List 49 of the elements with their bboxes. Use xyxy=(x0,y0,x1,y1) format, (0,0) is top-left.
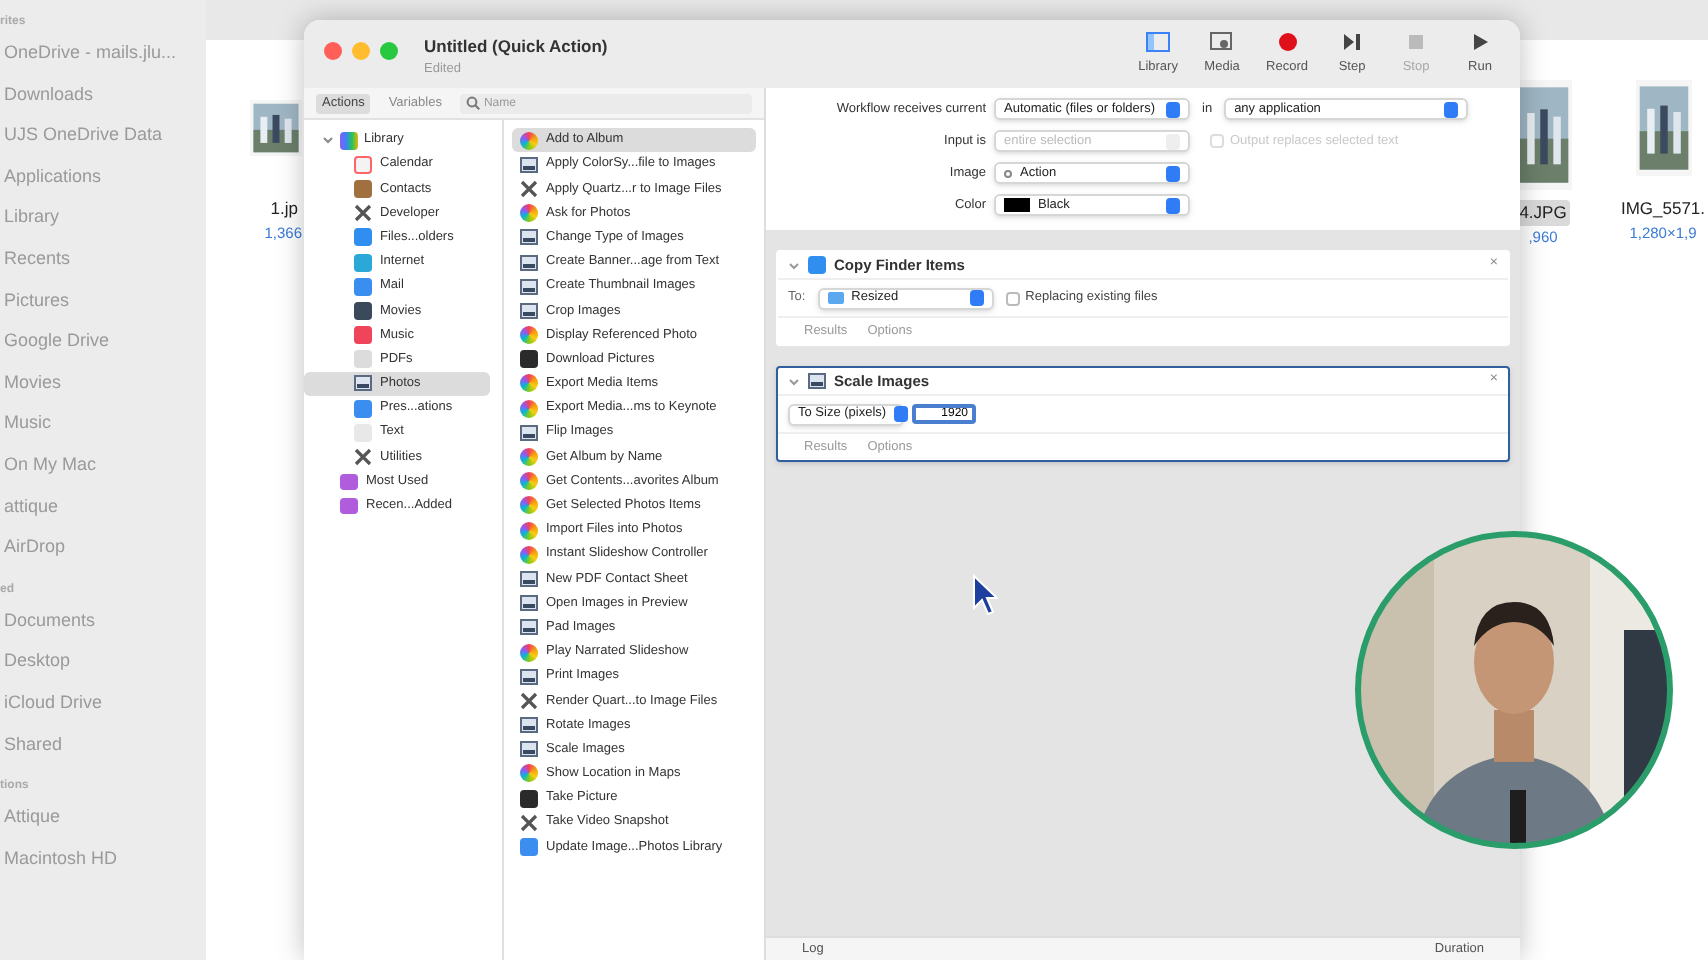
window-title: Untitled (Quick Action) xyxy=(424,34,608,60)
chevron-icon[interactable] xyxy=(788,259,800,271)
folder-icon xyxy=(827,292,844,304)
step-icon xyxy=(1342,32,1362,52)
stepper-icon xyxy=(969,290,984,306)
file-name[interactable]: IMG_5571. xyxy=(1616,196,1708,222)
image-icon xyxy=(520,667,538,686)
checkbox[interactable] xyxy=(1005,291,1020,305)
search-icon xyxy=(465,96,480,110)
tools-icon xyxy=(520,813,538,832)
image-icon xyxy=(520,253,538,272)
image-icon xyxy=(520,228,538,247)
image-icon xyxy=(808,372,826,390)
media-icon xyxy=(1210,32,1235,52)
image-icon xyxy=(354,374,372,393)
tools-icon xyxy=(354,204,372,223)
image-icon xyxy=(520,618,538,637)
image-icon xyxy=(520,594,538,613)
gear-icon xyxy=(1004,169,1012,177)
photos-icon xyxy=(520,131,538,150)
photos-icon xyxy=(520,643,538,662)
calendar-icon xyxy=(354,155,372,174)
tools-icon xyxy=(520,179,538,198)
tools-icon xyxy=(520,691,538,710)
library-icon xyxy=(340,131,358,150)
sidebar-icon xyxy=(1146,32,1171,52)
photos-icon xyxy=(520,204,538,223)
record-icon xyxy=(1277,32,1298,52)
minimize-button[interactable] xyxy=(352,42,370,60)
image-icon xyxy=(520,740,538,759)
close-button[interactable] xyxy=(324,42,342,60)
chevron-icon[interactable] xyxy=(322,134,334,147)
stepper-icon xyxy=(894,406,909,422)
image-icon xyxy=(520,301,538,320)
chevron-icon[interactable] xyxy=(788,375,800,387)
image-icon xyxy=(520,423,538,442)
photos-icon xyxy=(520,764,538,783)
zoom-button[interactable] xyxy=(380,42,398,60)
cursor-icon xyxy=(972,574,998,618)
play-icon xyxy=(1470,32,1490,52)
image-icon xyxy=(520,569,538,588)
image-icon xyxy=(520,155,538,174)
file-name[interactable]: 1.jp xyxy=(266,196,302,222)
photos-icon xyxy=(520,326,538,345)
stepper-icon xyxy=(1444,101,1459,117)
stop-icon xyxy=(1406,32,1426,52)
tools-icon xyxy=(354,448,372,467)
image-icon xyxy=(520,716,538,735)
image-icon xyxy=(520,277,538,296)
